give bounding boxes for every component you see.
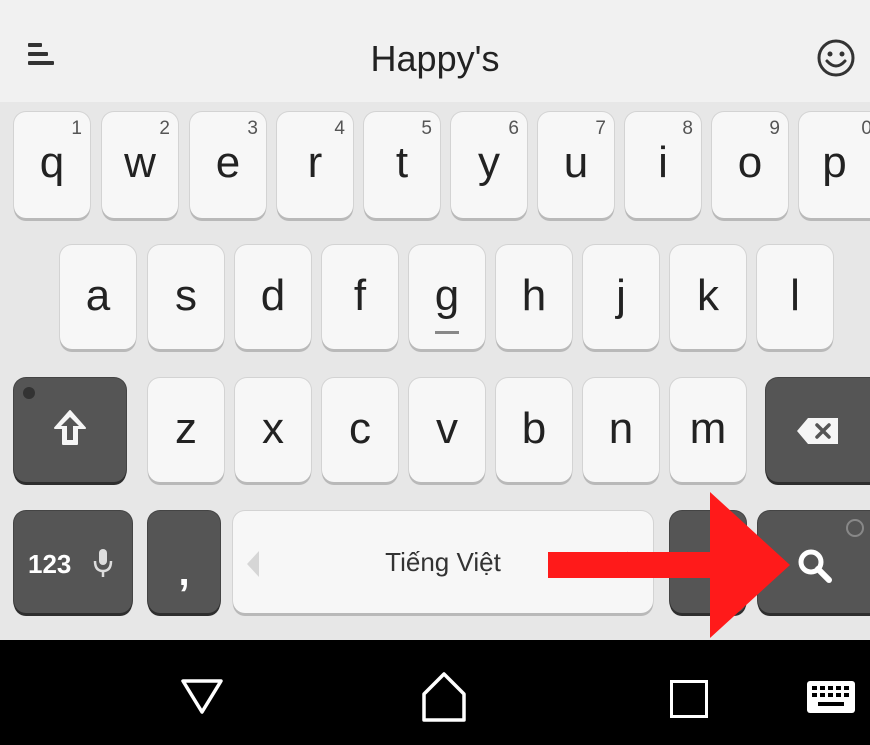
key-label: c	[349, 404, 371, 453]
key-r[interactable]: 4 r	[277, 112, 353, 218]
key-t[interactable]: 5 t	[364, 112, 440, 218]
key-label: d	[260, 271, 286, 320]
key-label: e	[215, 138, 241, 187]
key-o[interactable]: 9 o	[712, 112, 788, 218]
key-label: j	[616, 271, 626, 320]
key-label: u	[563, 138, 589, 187]
key-label: k	[697, 271, 719, 320]
key-label: v	[436, 404, 458, 453]
symbols-label: 123	[28, 549, 72, 579]
key-a[interactable]: a	[60, 245, 136, 349]
space-language-label: Tiếng Việt	[385, 547, 501, 577]
keyboard: Happy's 1 q 2 w 3 e 4 r 5 t 6 y 7 u 8 i	[0, 0, 870, 640]
key-number-hint: 0	[861, 118, 870, 139]
key-z[interactable]: z	[148, 378, 224, 482]
key-number-hint: 1	[71, 118, 82, 139]
menu-icon[interactable]	[28, 43, 54, 65]
key-number-hint: 9	[769, 118, 780, 139]
key-w[interactable]: 2 w	[102, 112, 178, 218]
key-n[interactable]: n	[583, 378, 659, 482]
caps-indicator	[23, 387, 35, 399]
key-label: m	[689, 404, 727, 453]
search-key[interactable]	[758, 511, 870, 613]
key-g[interactable]: g	[409, 245, 485, 349]
period-key[interactable]	[670, 511, 746, 613]
key-number-hint: 6	[508, 118, 519, 139]
key-k[interactable]: k	[670, 245, 746, 349]
key-number-hint: 7	[595, 118, 606, 139]
key-label: b	[521, 404, 547, 453]
key-number-hint: 3	[247, 118, 258, 139]
key-y[interactable]: 6 y	[451, 112, 527, 218]
key-label: q	[39, 138, 65, 187]
navigation-bar	[0, 640, 870, 745]
key-label: z	[175, 404, 197, 453]
home-icon[interactable]	[420, 670, 468, 724]
key-h[interactable]: h	[496, 245, 572, 349]
symbols-key[interactable]: 123	[14, 511, 132, 613]
key-number-hint: 4	[334, 118, 345, 139]
key-label: l	[790, 271, 800, 320]
key-label: n	[608, 404, 634, 453]
key-l[interactable]: l	[757, 245, 833, 349]
key-d[interactable]: d	[235, 245, 311, 349]
long-press-hint-icon	[846, 519, 864, 537]
emoji-icon[interactable]	[816, 38, 856, 78]
recents-square-icon[interactable]	[670, 680, 708, 718]
key-j[interactable]: j	[583, 245, 659, 349]
word-suggestion[interactable]: Happy's	[310, 38, 560, 80]
key-x[interactable]: x	[235, 378, 311, 482]
language-right-arrow-icon	[627, 551, 639, 577]
comma-label: ,	[178, 550, 190, 594]
space-key[interactable]: Tiếng Việt	[233, 511, 653, 613]
key-label: r	[307, 138, 323, 187]
home-row-marker	[435, 331, 459, 334]
key-i[interactable]: 8 i	[625, 112, 701, 218]
backspace-key[interactable]	[766, 378, 870, 482]
key-label: p	[822, 138, 847, 187]
backspace-icon	[797, 418, 838, 444]
search-icon	[798, 549, 832, 583]
key-label: i	[658, 138, 668, 187]
key-number-hint: 2	[159, 118, 170, 139]
key-v[interactable]: v	[409, 378, 485, 482]
key-e[interactable]: 3 e	[190, 112, 266, 218]
shift-key[interactable]	[14, 378, 126, 482]
key-p[interactable]: 0 p	[799, 112, 870, 218]
comma-key[interactable]: ,	[148, 511, 220, 613]
key-label: t	[395, 138, 409, 187]
key-label: x	[262, 404, 284, 453]
shift-icon	[54, 410, 86, 445]
key-c[interactable]: c	[322, 378, 398, 482]
suggestion-bar: Happy's	[0, 0, 870, 102]
key-label: h	[521, 271, 547, 320]
back-triangle-icon[interactable]	[180, 678, 224, 716]
keyboard-icon[interactable]	[806, 680, 856, 714]
key-label: s	[175, 271, 197, 320]
key-u[interactable]: 7 u	[538, 112, 614, 218]
mic-icon	[93, 549, 113, 577]
key-m[interactable]: m	[670, 378, 746, 482]
key-label: w	[124, 138, 156, 187]
key-label: g	[434, 271, 460, 320]
key-q[interactable]: 1 q	[14, 112, 90, 218]
key-f[interactable]: f	[322, 245, 398, 349]
key-s[interactable]: s	[148, 245, 224, 349]
key-label: a	[85, 271, 111, 320]
key-number-hint: 8	[682, 118, 693, 139]
key-b[interactable]: b	[496, 378, 572, 482]
key-label: o	[737, 138, 763, 187]
key-label: f	[353, 271, 367, 320]
key-label: y	[478, 138, 500, 187]
key-number-hint: 5	[421, 118, 432, 139]
